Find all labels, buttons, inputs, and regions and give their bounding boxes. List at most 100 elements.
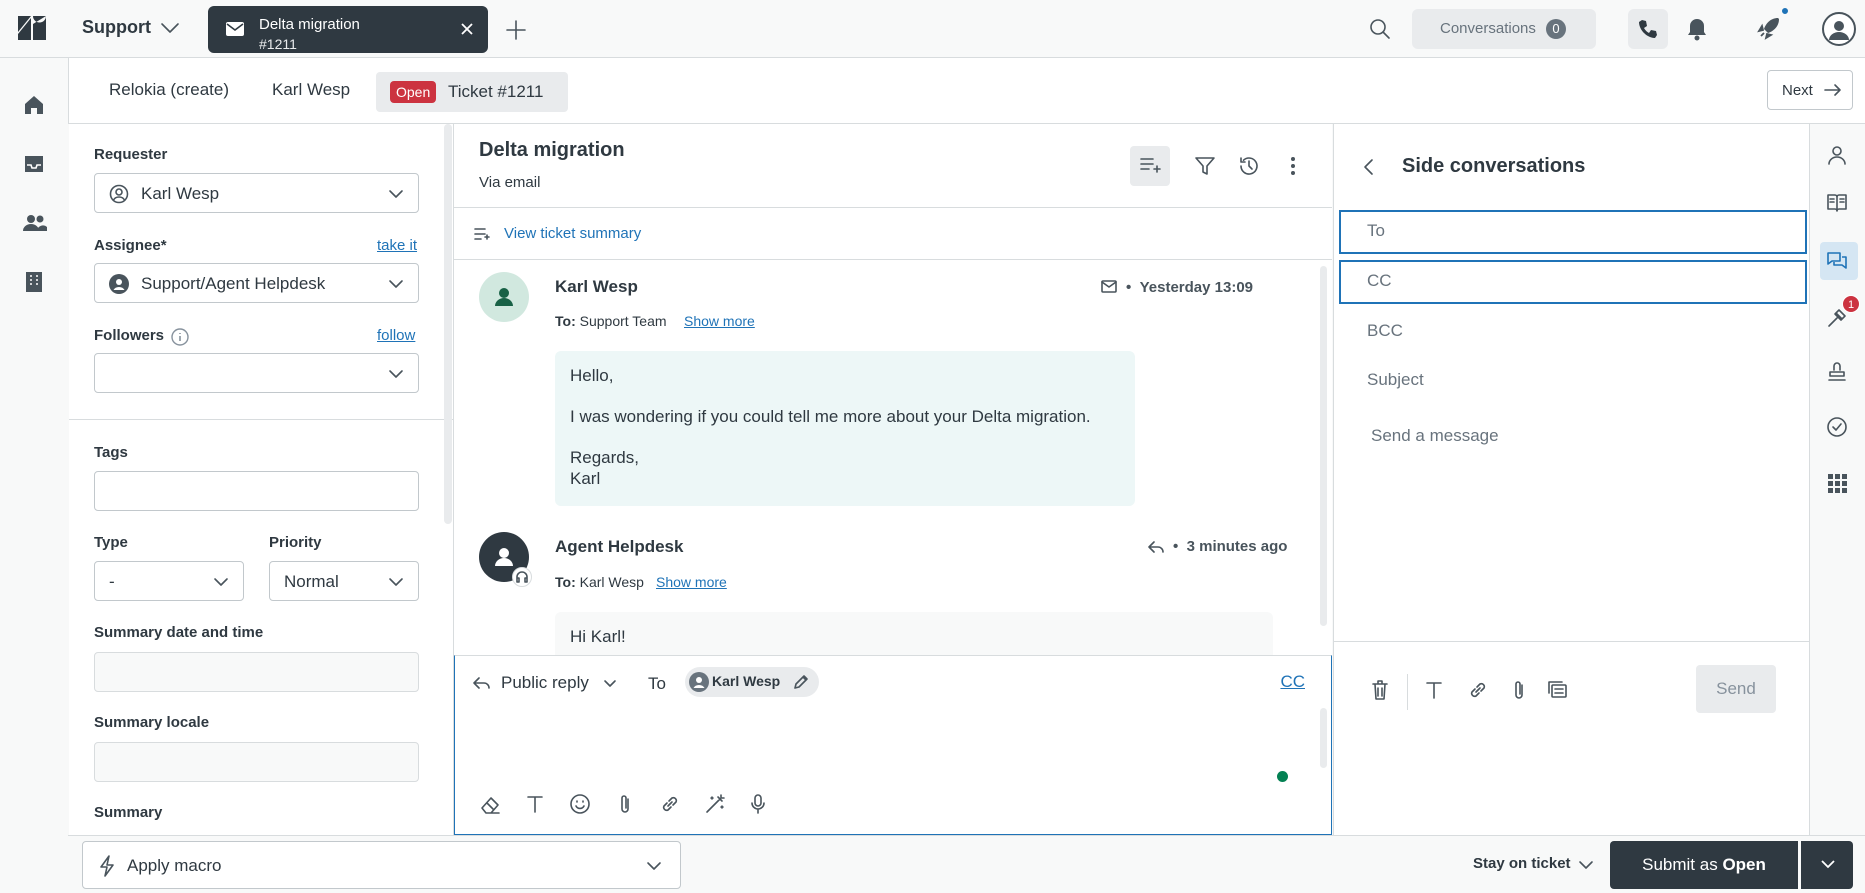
chevron-left-icon[interactable] (1362, 158, 1376, 176)
follow-link[interactable]: follow (377, 327, 415, 344)
magic-wand-icon[interactable] (704, 793, 726, 815)
summary-date-label: Summary date and time (94, 624, 264, 641)
view-ticket-summary-link[interactable]: View ticket summary (504, 225, 641, 242)
paperclip-icon[interactable] (614, 793, 636, 815)
ticket-summary-bar: View ticket summary (454, 208, 1332, 260)
close-icon[interactable] (460, 22, 474, 36)
breadcrumb-organization[interactable]: Relokia (create) (109, 80, 229, 100)
ticket-title[interactable]: Delta migration (479, 139, 625, 162)
chevron-down-icon[interactable] (1578, 860, 1594, 870)
side-to-field[interactable]: To (1339, 210, 1807, 254)
paperclip-icon[interactable] (1508, 679, 1530, 701)
message-line: Regards, (570, 448, 639, 467)
breadcrumb-requester[interactable]: Karl Wesp (272, 80, 350, 100)
trash-icon[interactable] (1370, 679, 1390, 701)
conversation-summary-button[interactable] (1130, 146, 1170, 186)
ticket-subnav: Relokia (create) Karl Wesp Open Ticket #… (68, 58, 1865, 124)
phone-icon[interactable] (1628, 9, 1668, 49)
history-icon[interactable] (1238, 155, 1260, 177)
message-author[interactable]: Agent Helpdesk (555, 537, 683, 557)
summary-icon (474, 228, 490, 240)
type-field[interactable]: - (94, 561, 244, 601)
inbox-icon[interactable] (22, 152, 46, 176)
users-icon[interactable] (22, 211, 48, 235)
reply-composer[interactable]: Public reply To Karl Wesp CC (454, 655, 1332, 835)
search-icon[interactable] (1369, 18, 1391, 40)
recipient-chip[interactable]: Karl Wesp (685, 667, 819, 697)
home-icon[interactable] (22, 93, 46, 117)
reply-type-selector[interactable]: Public reply (501, 673, 589, 693)
apps-bar: 1 (1809, 124, 1865, 835)
composer-scrollbar[interactable] (1320, 708, 1327, 768)
send-button[interactable]: Send (1696, 665, 1776, 713)
assignee-field[interactable]: Support/Agent Helpdesk (94, 263, 419, 303)
rocket-icon[interactable] (1756, 15, 1782, 41)
message-recipients: To: Support Team (555, 313, 667, 329)
avatar[interactable] (479, 272, 529, 322)
grid-icon[interactable] (1826, 472, 1848, 494)
copy-icon[interactable] (1546, 679, 1568, 701)
tags-field[interactable] (94, 471, 419, 511)
breadcrumb-ticket[interactable]: Open Ticket #1211 (376, 72, 568, 112)
link-icon[interactable] (659, 793, 681, 815)
submit-button[interactable]: Submit as Open (1610, 841, 1798, 889)
microphone-icon[interactable] (747, 793, 769, 815)
link-icon[interactable] (1467, 679, 1489, 701)
stamp-icon[interactable] (1826, 360, 1848, 382)
message-time: • Yesterday 13:09 (1126, 279, 1254, 296)
text-format-icon[interactable] (1423, 679, 1445, 701)
product-switcher[interactable]: Support (82, 17, 151, 38)
properties-scrollbar[interactable] (444, 124, 452, 524)
filter-icon[interactable] (1194, 155, 1216, 177)
requester-field[interactable]: Karl Wesp (94, 173, 419, 213)
text-format-icon[interactable] (524, 793, 546, 815)
conversations-button[interactable]: Conversations 0 (1412, 9, 1596, 49)
info-icon[interactable] (171, 328, 189, 346)
followers-field[interactable] (94, 353, 419, 393)
show-more-link[interactable]: Show more (656, 574, 727, 590)
more-icon[interactable] (1282, 155, 1304, 177)
building-icon[interactable] (22, 270, 46, 294)
add-cc-link[interactable]: CC (1280, 672, 1305, 692)
tab-ticket-1211[interactable]: Delta migration #1211 (208, 6, 488, 53)
book-icon[interactable] (1826, 191, 1848, 213)
message-author[interactable]: Karl Wesp (555, 277, 638, 297)
submit-options-button[interactable] (1801, 841, 1853, 889)
chat-icon[interactable] (1826, 250, 1848, 272)
eraser-icon[interactable] (479, 793, 501, 815)
followers-label: Followers (94, 327, 165, 344)
agent-headset-icon (512, 567, 532, 587)
side-cc-label: CC (1367, 271, 1392, 290)
pencil-icon[interactable] (793, 674, 809, 690)
side-bcc-field[interactable]: BCC (1339, 310, 1807, 354)
chevron-down-icon[interactable] (160, 22, 180, 34)
side-conversations-panel: Side conversations To CC BCC Subject Sen… (1333, 124, 1810, 835)
conversation-header: Delta migration Via email (454, 124, 1332, 208)
take-it-link[interactable]: take it (377, 237, 417, 254)
conversations-label: Conversations (1440, 20, 1536, 37)
reply-to-label: To (648, 674, 666, 693)
tags-label: Tags (94, 444, 128, 461)
mail-icon (226, 22, 244, 36)
show-more-link[interactable]: Show more (684, 313, 755, 329)
message-line: Karl (570, 469, 601, 488)
next-button[interactable]: Next (1767, 70, 1853, 110)
apply-macro-dropdown[interactable]: Apply macro (82, 841, 681, 889)
user-profile-icon[interactable] (1826, 144, 1848, 166)
chevron-down-icon[interactable] (603, 679, 617, 688)
plus-icon[interactable] (504, 18, 528, 42)
emoji-icon[interactable] (569, 793, 591, 815)
chevron-down-icon (388, 369, 404, 379)
zendesk-logo-icon[interactable] (18, 16, 48, 40)
side-message-input[interactable]: Send a message (1371, 426, 1499, 446)
side-subject-field[interactable]: Subject (1339, 359, 1807, 403)
check-circle-icon[interactable] (1826, 416, 1848, 438)
bell-icon[interactable] (1686, 17, 1708, 41)
chevron-down-icon (1821, 860, 1835, 869)
conversation-scrollbar[interactable] (1320, 266, 1327, 626)
user-avatar-icon[interactable] (1822, 12, 1856, 46)
stay-on-ticket-selector[interactable]: Stay on ticket (1473, 855, 1571, 872)
priority-field[interactable]: Normal (269, 561, 419, 601)
priority-value: Normal (284, 572, 339, 591)
side-cc-field[interactable]: CC (1339, 260, 1807, 304)
